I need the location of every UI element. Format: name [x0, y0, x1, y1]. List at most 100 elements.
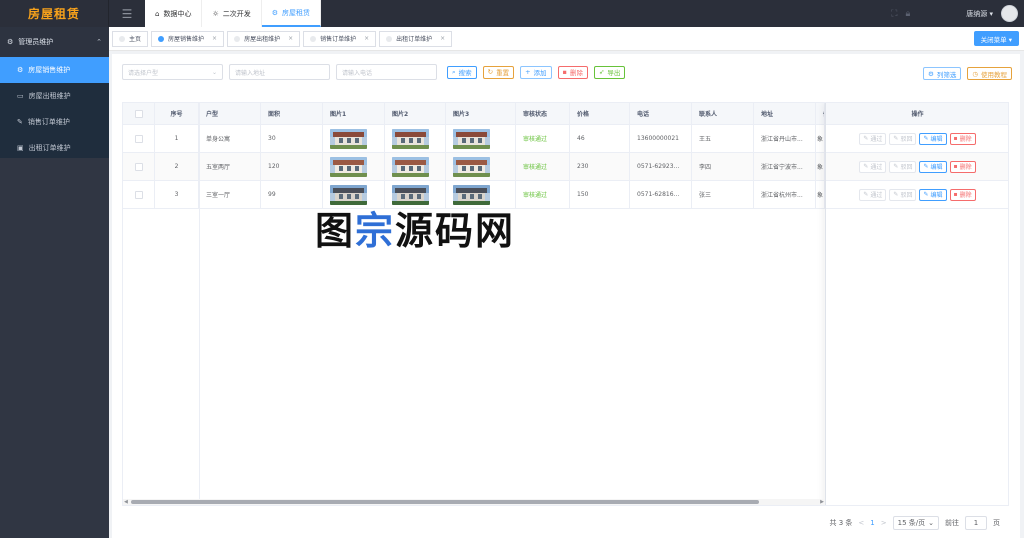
page-number[interactable]: 1: [870, 519, 874, 527]
goto-page-input[interactable]: 1: [965, 516, 987, 530]
cell-extra: 象: [816, 181, 825, 208]
col-header: 户型: [199, 103, 261, 124]
topnav-data-center[interactable]: ⌂ 数据中心: [145, 0, 203, 27]
row-checkbox[interactable]: [123, 181, 155, 208]
column-divider: [199, 103, 200, 505]
trash-icon: ▪: [562, 68, 567, 76]
sidebar-item-label: 出租订单维护: [28, 144, 71, 152]
gear-icon: ⚙: [928, 69, 934, 78]
tab-label: 出租订单维护: [396, 36, 433, 43]
prev-page-icon[interactable]: <: [858, 519, 864, 527]
cell-type: 三室一厅: [199, 181, 261, 208]
cell-image1[interactable]: [323, 153, 385, 180]
col-header: 地址: [754, 103, 816, 124]
cell-extra: 象: [816, 153, 825, 180]
page-size-select[interactable]: 15 条/页 ⌄: [892, 516, 939, 530]
toolbar-right: ⚙ 列筛选 ◷ 使用教程: [923, 67, 1012, 80]
tutorial-button[interactable]: ◷ 使用教程: [967, 67, 1012, 80]
house-type-select[interactable]: 请选择户型 ⌄: [122, 64, 223, 80]
goto-label: 前往: [945, 519, 959, 527]
tab-sale-order[interactable]: 销售订单维护 ×: [303, 30, 377, 47]
plus-icon: +: [525, 68, 531, 76]
col-header: 图片1: [323, 103, 385, 124]
watermark-logo: 图宗源码网: [315, 209, 516, 253]
topnav-label: 房屋租赁: [282, 8, 311, 17]
avatar[interactable]: [1001, 5, 1018, 22]
select-all-checkbox[interactable]: [123, 103, 155, 124]
top-nav: ⌂ 数据中心 ☼ 二次开发 ⚙ 房屋租赁: [145, 0, 322, 27]
scroll-left-icon[interactable]: ◀: [124, 499, 128, 505]
cell-image3[interactable]: [446, 153, 516, 180]
column-filter-button[interactable]: ⚙ 列筛选: [923, 67, 962, 80]
tab-dot-icon: [310, 35, 317, 42]
lock-icon[interactable]: 🔒︎: [905, 9, 910, 19]
chevron-down-icon: ⌄: [928, 519, 934, 527]
col-header: 面积: [261, 103, 323, 124]
refresh-icon: ↻: [487, 68, 494, 76]
cell-image2[interactable]: [385, 153, 446, 180]
tab-house-sale[interactable]: 房屋销售维护 ×: [151, 30, 225, 47]
sidebar-empty: [0, 158, 109, 538]
scroll-right-icon[interactable]: ▶: [820, 499, 824, 505]
sidebar-item-house-sale[interactable]: ⚙ 房屋销售维护: [0, 57, 109, 83]
cell-image3[interactable]: [446, 125, 516, 152]
toolbar: 请选择户型 ⌄ 请输入地址 请输入电话 ⌕ 搜索 ↻ 重置 + 添加 ▪ 删除 ➶ 导: [122, 64, 626, 80]
tab-rent-order[interactable]: 出租订单维护 ×: [379, 30, 453, 47]
cell-price: 230: [570, 153, 630, 180]
cell-address: 浙江省杭州市...: [754, 181, 816, 208]
horizontal-scrollbar[interactable]: ◀ ▶: [123, 499, 825, 505]
house-image: [392, 128, 429, 149]
scrollbar-thumb[interactable]: [131, 500, 759, 504]
house-image: [453, 156, 490, 177]
tab-dot-icon: [234, 35, 241, 42]
topnav-dev[interactable]: ☼ 二次开发: [202, 0, 262, 27]
cell-image1[interactable]: [323, 125, 385, 152]
col-header: 图片2: [385, 103, 446, 124]
sun-icon: ☼: [212, 9, 219, 18]
house-image: [453, 128, 490, 149]
sidebar-item-label: 房屋销售维护: [28, 66, 71, 74]
cell-extra: 象: [816, 125, 825, 152]
close-icon[interactable]: ×: [212, 35, 217, 42]
tab-label: 房屋销售维护: [168, 36, 205, 43]
tab-house-rent[interactable]: 房屋出租维护 ×: [227, 30, 301, 47]
close-icon[interactable]: ×: [288, 35, 293, 42]
gear-icon: ⚙: [271, 8, 279, 17]
fullscreen-icon[interactable]: ⛶: [891, 9, 897, 19]
cell-no: 1: [155, 125, 199, 152]
close-menu-button[interactable]: 关闭菜单 ▾: [973, 31, 1019, 46]
menu-toggle-icon[interactable]: ☰: [109, 0, 145, 27]
user-name[interactable]: 唐纳源 ▾: [966, 9, 993, 19]
cell-image2[interactable]: [385, 125, 446, 152]
sidebar: ⚙ 管理员维护 ⌃ ⚙ 房屋销售维护 ▭ 房屋出租维护 ✎ 销售订单维护 ▣ 出…: [0, 27, 109, 538]
sidebar-item-house-rent[interactable]: ▭ 房屋出租维护: [0, 83, 109, 109]
house-image: [392, 156, 429, 177]
export-button[interactable]: ➶ 导出: [593, 65, 626, 79]
sidebar-item-sale-order[interactable]: ✎ 销售订单维护: [0, 109, 109, 135]
delete-button[interactable]: ▪ 删除: [557, 65, 588, 79]
topnav-label: 二次开发: [222, 9, 251, 18]
cell-area: 120: [261, 153, 323, 180]
reset-button[interactable]: ↻ 重置: [482, 65, 515, 79]
sidebar-group-admin[interactable]: ⚙ 管理员维护 ⌃: [0, 27, 109, 57]
cell-status: 审核通过: [516, 125, 570, 152]
address-input[interactable]: 请输入地址: [229, 64, 330, 80]
pager-total: 共 3 条: [829, 519, 853, 527]
export-icon: ➶: [598, 68, 605, 76]
house-image: [330, 128, 367, 149]
row-checkbox[interactable]: [123, 153, 155, 180]
edit-icon: ✎: [17, 118, 23, 126]
close-icon[interactable]: ×: [364, 35, 369, 42]
search-button[interactable]: ⌕ 搜索: [447, 65, 477, 79]
phone-input[interactable]: 请输入电话: [336, 64, 437, 80]
next-page-icon[interactable]: >: [881, 519, 887, 527]
add-button[interactable]: + 添加: [520, 65, 552, 79]
top-bar: 房屋租赁 ☰ ⌂ 数据中心 ☼ 二次开发 ⚙ 房屋租赁: [0, 0, 1024, 27]
cell-type: 单身公寓: [199, 125, 261, 152]
chevron-up-icon: ⌃: [96, 38, 102, 46]
app-root: 房屋租赁 ☰ ⌂ 数据中心 ☼ 二次开发 ⚙ 房屋租赁 ⛶ 🔒︎ 唐纳源 ▾ ⚙: [0, 0, 1024, 538]
close-icon[interactable]: ×: [440, 35, 445, 42]
tab-home[interactable]: 主页: [112, 30, 149, 47]
topnav-rental[interactable]: ⚙ 房屋租赁: [261, 0, 322, 27]
row-checkbox[interactable]: [123, 125, 155, 152]
